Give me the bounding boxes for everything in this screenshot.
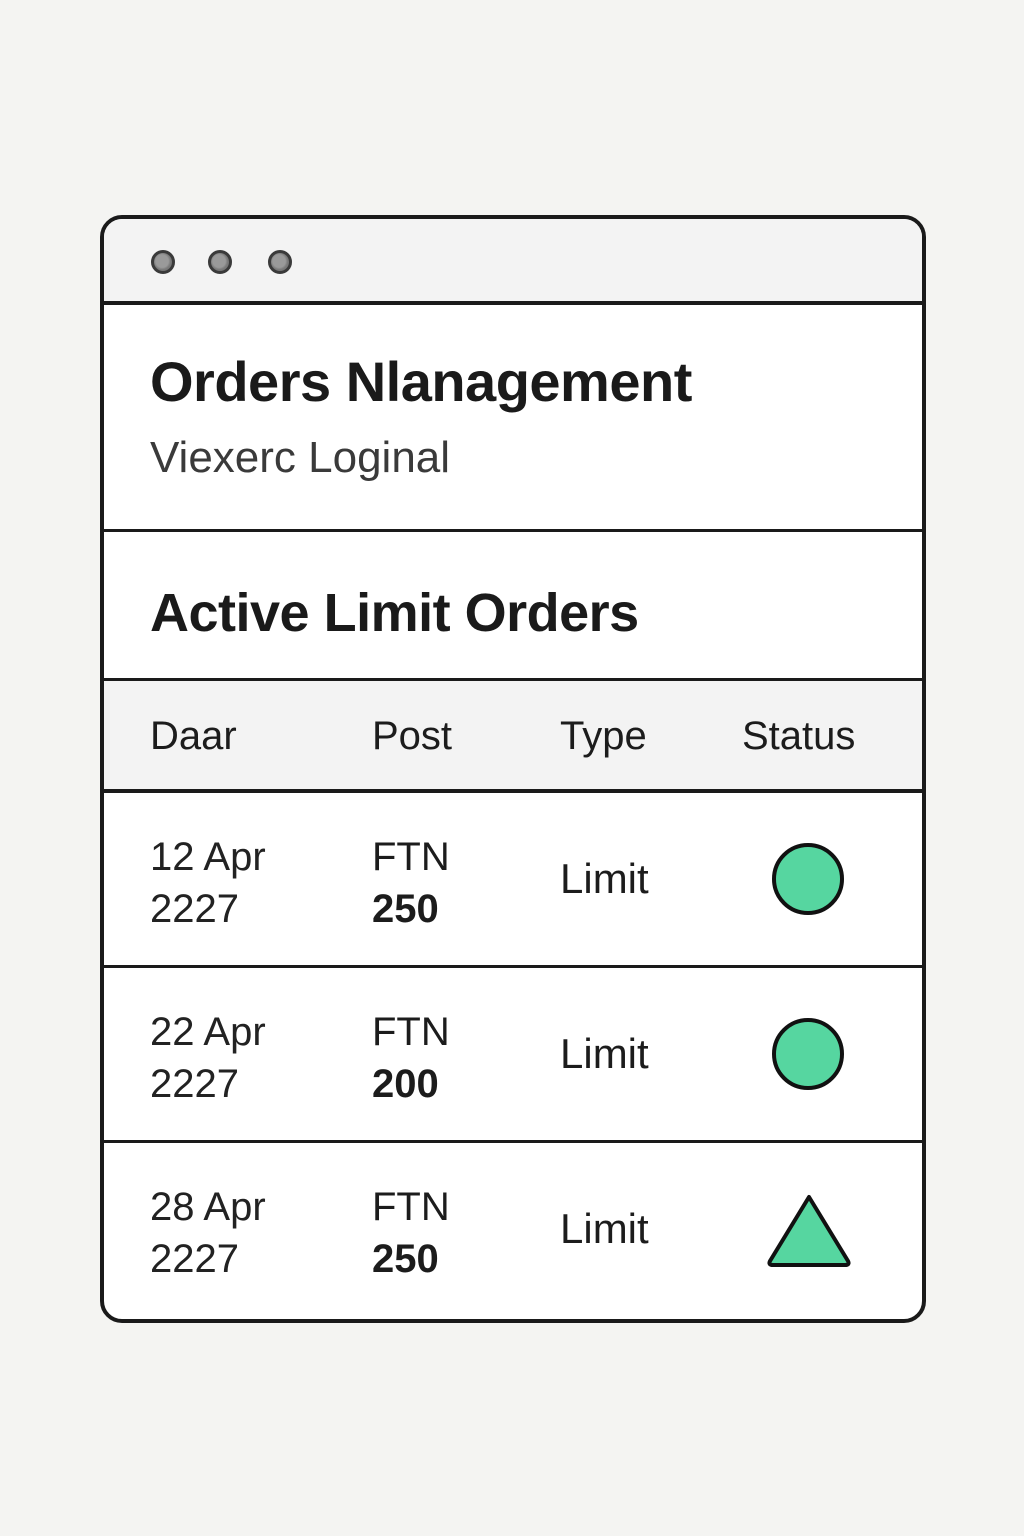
status-circle-icon xyxy=(772,1018,844,1090)
order-type: Limit xyxy=(560,855,649,902)
table-row[interactable]: 28 Apr 2227 FTN 250 Limit xyxy=(104,1143,922,1315)
order-date: 12 Apr 2227 xyxy=(150,831,266,935)
order-type: Limit xyxy=(560,1030,649,1077)
status-triangle-icon xyxy=(767,1195,851,1267)
order-date-year: 2227 xyxy=(150,1237,239,1281)
status-circle-icon xyxy=(772,843,844,915)
order-type: Limit xyxy=(560,1205,649,1252)
order-date-day: 28 Apr xyxy=(150,1185,266,1229)
order-date-year: 2227 xyxy=(150,1062,239,1106)
order-status xyxy=(764,841,852,921)
page-subtitle: Viexerc Loginal xyxy=(150,433,451,482)
window-titlebar xyxy=(104,219,922,305)
page-title: Orders Nlanagement xyxy=(150,350,692,413)
order-status xyxy=(764,1016,852,1096)
section-header: Active Limit Orders xyxy=(104,532,922,681)
order-symbol: FTN xyxy=(372,835,450,879)
window-minimize-icon[interactable] xyxy=(208,250,232,274)
order-quantity: 200 xyxy=(372,1062,439,1106)
page-header: Orders Nlanagement Viexerc Loginal xyxy=(104,305,922,532)
order-position: FTN 250 xyxy=(372,831,450,935)
order-status xyxy=(764,1191,852,1271)
app-window: Orders Nlanagement Viexerc Loginal Activ… xyxy=(100,215,926,1323)
table-header: Daar Post Type Status xyxy=(104,681,922,793)
column-header-post[interactable]: Post xyxy=(372,714,452,759)
order-date-day: 12 Apr xyxy=(150,835,266,879)
table-row[interactable]: 12 Apr 2227 FTN 250 Limit xyxy=(104,793,922,968)
order-date-year: 2227 xyxy=(150,887,239,931)
order-quantity: 250 xyxy=(372,1237,439,1281)
order-symbol: FTN xyxy=(372,1010,450,1054)
column-header-type[interactable]: Type xyxy=(560,714,647,759)
column-header-date[interactable]: Daar xyxy=(150,714,237,759)
order-date-day: 22 Apr xyxy=(150,1010,266,1054)
order-position: FTN 250 xyxy=(372,1181,450,1285)
window-maximize-icon[interactable] xyxy=(268,250,292,274)
order-symbol: FTN xyxy=(372,1185,450,1229)
window-close-icon[interactable] xyxy=(151,250,175,274)
table-body: 12 Apr 2227 FTN 250 Limit 22 Apr 2227 FT… xyxy=(104,793,922,1315)
column-header-status[interactable]: Status xyxy=(742,714,855,759)
section-title: Active Limit Orders xyxy=(150,583,639,643)
order-date: 28 Apr 2227 xyxy=(150,1181,266,1285)
order-position: FTN 200 xyxy=(372,1006,450,1110)
table-row[interactable]: 22 Apr 2227 FTN 200 Limit xyxy=(104,968,922,1143)
order-quantity: 250 xyxy=(372,887,439,931)
order-date: 22 Apr 2227 xyxy=(150,1006,266,1110)
